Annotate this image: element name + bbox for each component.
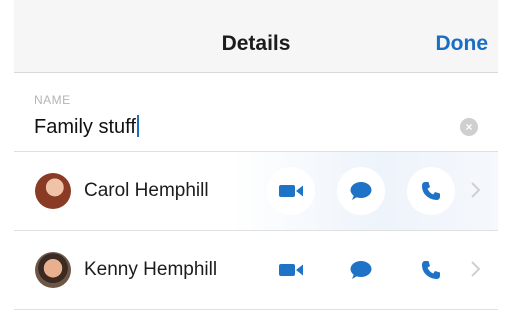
video-call-button[interactable] (267, 167, 315, 215)
message-button[interactable] (337, 246, 385, 294)
phone-call-button[interactable] (407, 167, 455, 215)
contact-name: Kenny Hemphill (84, 259, 218, 280)
group-name-value: Family stuff (34, 116, 136, 138)
avatar (35, 173, 71, 209)
group-name-section: NAME Family stuff × (14, 73, 498, 152)
phone-icon (421, 261, 440, 279)
page-title: Details (221, 32, 291, 55)
text-caret (136, 115, 139, 137)
message-button[interactable] (337, 167, 385, 215)
avatar (35, 252, 71, 288)
navigation-bar: Details Done (14, 0, 498, 73)
contact-name: Carol Hemphill (84, 180, 209, 201)
group-name-input[interactable]: Family stuff (34, 115, 139, 139)
name-label: NAME (34, 93, 71, 107)
contact-row-kenny[interactable]: Kenny Hemphill (14, 231, 498, 310)
details-screen: Details Done NAME Family stuff × Carol H… (0, 0, 512, 326)
message-bubble-icon (350, 182, 372, 200)
video-call-button[interactable] (267, 246, 315, 294)
video-camera-icon (279, 264, 303, 276)
chevron-right-icon[interactable] (466, 179, 484, 201)
done-button[interactable]: Done (436, 32, 489, 56)
video-camera-icon (279, 185, 303, 197)
chevron-right-icon[interactable] (466, 258, 484, 280)
message-bubble-icon (350, 261, 372, 279)
phone-icon (421, 182, 440, 200)
contact-row-carol[interactable]: Carol Hemphill (14, 152, 498, 231)
phone-call-button[interactable] (407, 246, 455, 294)
clear-icon[interactable]: × (460, 118, 478, 136)
